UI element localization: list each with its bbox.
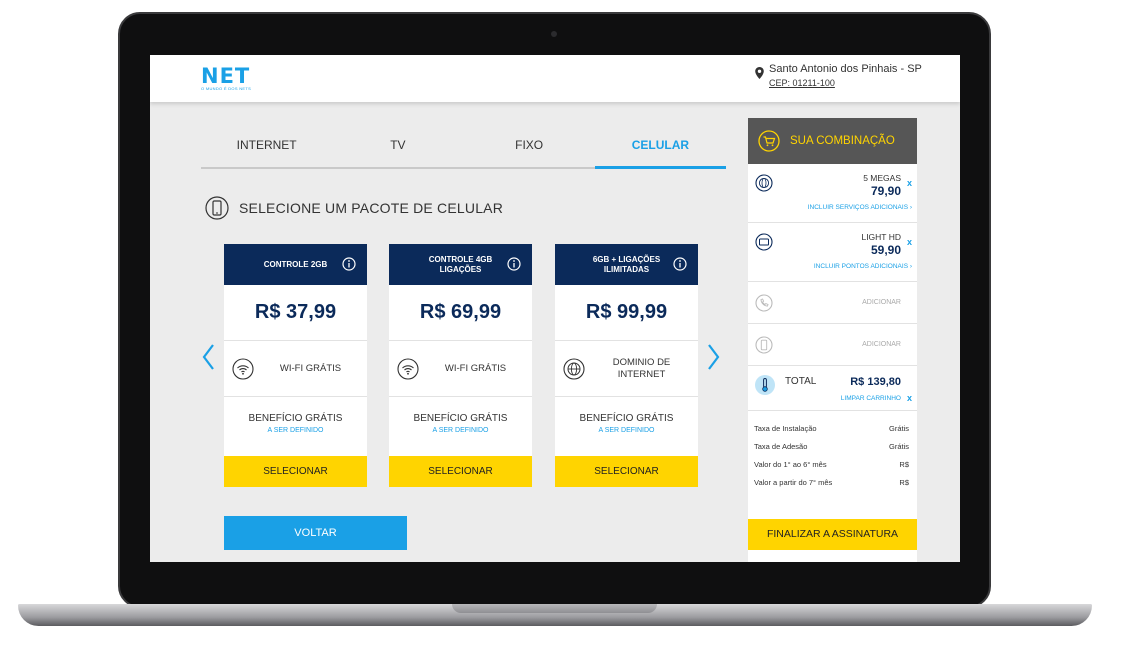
total-row: TOTAL R$ 139,80 LIMPAR CARRINHO x bbox=[748, 366, 917, 411]
plan-card: CONTROLE 2GB R$ 37,99 WI-FI GRÁTIS BENEF… bbox=[224, 244, 367, 487]
carousel-prev-arrow-icon[interactable] bbox=[201, 343, 215, 371]
benefit-title: BENEFÍCIO GRÁTIS bbox=[579, 413, 674, 424]
select-plan-button[interactable]: SELECIONAR bbox=[389, 456, 532, 487]
plan-feature: WI-FI GRÁTIS bbox=[389, 341, 532, 397]
combination-item-internet: 5 MEGAS 79,90 x INCLUIR SERVIÇOS ADICION… bbox=[748, 164, 917, 223]
tab-tv[interactable]: TV bbox=[332, 128, 463, 167]
select-plan-button[interactable]: SELECIONAR bbox=[555, 456, 698, 487]
summary-label: Valor a partir do 7° mês bbox=[754, 478, 833, 487]
tab-fixo[interactable]: FIXO bbox=[464, 128, 595, 167]
plan-feature-text: DOMINIO DE INTERNET bbox=[612, 357, 671, 380]
section-title: SELECIONE UM PACOTE DE CELULAR bbox=[205, 196, 503, 220]
combination-item-name: LIGHT HD bbox=[861, 232, 901, 242]
location-pin-icon bbox=[755, 67, 764, 79]
screen: NET O MUNDO É DOS NETS Santo Antonio dos… bbox=[150, 55, 960, 562]
clear-cart-link[interactable]: LIMPAR CARRINHO bbox=[841, 395, 901, 402]
internet-globe-icon bbox=[755, 174, 773, 192]
plan-feature-text: WI-FI GRÁTIS bbox=[444, 363, 507, 374]
wifi-icon bbox=[397, 358, 419, 380]
combination-title: SUA COMBINAÇÃO bbox=[790, 135, 895, 147]
benefit-subtitle[interactable]: A SER DEFINIDO bbox=[224, 427, 367, 434]
summary-value: R$ bbox=[899, 460, 909, 469]
combination-header: SUA COMBINAÇÃO bbox=[748, 118, 917, 164]
summary-row: Taxa de Adesão Grátis bbox=[754, 442, 909, 460]
plan-benefit: BENEFÍCIO GRÁTIS A SER DEFINIDO bbox=[555, 397, 698, 456]
section-title-text: SELECIONE UM PACOTE DE CELULAR bbox=[239, 200, 504, 216]
plan-benefit: BENEFÍCIO GRÁTIS A SER DEFINIDO bbox=[389, 397, 532, 456]
location-city: Santo Antonio dos Pinhais - SP bbox=[769, 63, 922, 75]
back-button[interactable]: VOLTAR bbox=[224, 516, 407, 550]
cart-icon bbox=[758, 130, 780, 152]
plan-title: CONTROLE 2GB bbox=[263, 259, 328, 269]
combination-panel: SUA COMBINAÇÃO 5 MEGAS 79,90 x INCLUIR S… bbox=[748, 118, 917, 562]
plan-title: 6GB + LIGAÇÕES ILIMITADAS bbox=[592, 254, 661, 274]
summary-row: Taxa de Instalação Grátis bbox=[754, 424, 909, 442]
tab-internet[interactable]: INTERNET bbox=[201, 128, 332, 167]
benefit-title: BENEFÍCIO GRÁTIS bbox=[248, 413, 343, 424]
summary-value: Grátis bbox=[888, 424, 909, 433]
phone-handset-icon bbox=[755, 294, 773, 312]
combination-item-phone: ADICIONAR bbox=[748, 282, 917, 324]
header: NET O MUNDO É DOS NETS Santo Antonio dos… bbox=[150, 55, 960, 102]
plan-feature-text: WI-FI GRÁTIS bbox=[279, 363, 342, 374]
combination-item-price: 79,90 bbox=[870, 184, 901, 198]
plan-feature: DOMINIO DE INTERNET bbox=[555, 341, 698, 397]
total-value: R$ 139,80 bbox=[850, 376, 901, 388]
remove-item-button[interactable]: x bbox=[907, 237, 912, 247]
plan-card-header: 6GB + LIGAÇÕES ILIMITADAS bbox=[555, 244, 698, 285]
info-icon[interactable] bbox=[342, 257, 356, 271]
logo-text: NET bbox=[201, 64, 251, 88]
summary-label: Valor do 1° ao 6° mês bbox=[754, 460, 827, 469]
camera bbox=[551, 31, 557, 37]
summary-label: Taxa de Adesão bbox=[754, 442, 808, 451]
summary-value: R$ bbox=[899, 478, 909, 487]
plan-card-header: CONTROLE 4GB LIGAÇÕES bbox=[389, 244, 532, 285]
remove-item-button[interactable]: x bbox=[907, 178, 912, 188]
category-tabs: INTERNET TV FIXO CELULAR bbox=[201, 128, 727, 169]
summary-row: Valor do 1° ao 6° mês R$ bbox=[754, 460, 909, 478]
benefit-title: BENEFÍCIO GRÁTIS bbox=[413, 413, 508, 424]
add-phone-button[interactable]: ADICIONAR bbox=[862, 299, 901, 306]
wifi-icon bbox=[232, 358, 254, 380]
clear-cart-button[interactable]: x bbox=[907, 393, 912, 403]
plan-feature: WI-FI GRÁTIS bbox=[224, 341, 367, 397]
add-mobile-button[interactable]: ADICIONAR bbox=[862, 341, 901, 348]
info-icon[interactable] bbox=[507, 257, 521, 271]
plan-card-header: CONTROLE 2GB bbox=[224, 244, 367, 285]
summary-value: Grátis bbox=[888, 442, 909, 451]
plan-title: CONTROLE 4GB LIGAÇÕES bbox=[428, 254, 493, 274]
fee-summary: Taxa de Instalação Grátis Taxa de Adesão… bbox=[748, 411, 917, 496]
total-label: TOTAL bbox=[785, 376, 817, 387]
combination-item-name: 5 MEGAS bbox=[863, 173, 901, 183]
finish-subscription-button[interactable]: FINALIZAR A ASSINATURA bbox=[748, 519, 917, 550]
info-icon[interactable] bbox=[673, 257, 687, 271]
location-cep[interactable]: CEP: 01211-100 bbox=[769, 78, 835, 88]
add-points-link[interactable]: INCLUIR PONTOS ADICIONAIS › bbox=[814, 263, 912, 270]
logo-tagline: O MUNDO É DOS NETS bbox=[201, 86, 252, 91]
add-services-link[interactable]: INCLUIR SERVIÇOS ADICIONAIS › bbox=[808, 204, 912, 211]
plan-price: R$ 69,99 bbox=[389, 285, 532, 341]
select-plan-button[interactable]: SELECIONAR bbox=[224, 456, 367, 487]
summary-row: Valor a partir do 7° mês R$ bbox=[754, 478, 909, 496]
smartphone-icon bbox=[755, 336, 773, 354]
summary-label: Taxa de Instalação bbox=[754, 424, 817, 433]
globe-icon bbox=[563, 358, 585, 380]
tv-icon bbox=[755, 233, 773, 251]
carousel-next-arrow-icon[interactable] bbox=[707, 343, 721, 371]
laptop-base-notch bbox=[452, 604, 657, 613]
benefit-subtitle[interactable]: A SER DEFINIDO bbox=[555, 427, 698, 434]
thermometer-icon bbox=[755, 375, 775, 395]
combination-item-price: 59,90 bbox=[870, 243, 901, 257]
plan-card: CONTROLE 4GB LIGAÇÕES R$ 69,99 WI-FI GRÁ… bbox=[389, 244, 532, 487]
combination-item-mobile: ADICIONAR bbox=[748, 324, 917, 366]
plan-price: R$ 37,99 bbox=[224, 285, 367, 341]
plan-card: 6GB + LIGAÇÕES ILIMITADAS R$ 99,99 DOMIN… bbox=[555, 244, 698, 487]
combination-item-tv: LIGHT HD 59,90 x INCLUIR PONTOS ADICIONA… bbox=[748, 223, 917, 282]
smartphone-icon bbox=[205, 196, 229, 220]
plan-price: R$ 99,99 bbox=[555, 285, 698, 341]
benefit-subtitle[interactable]: A SER DEFINIDO bbox=[389, 427, 532, 434]
net-logo[interactable]: NET O MUNDO É DOS NETS bbox=[201, 64, 251, 91]
plan-benefit: BENEFÍCIO GRÁTIS A SER DEFINIDO bbox=[224, 397, 367, 456]
tab-celular[interactable]: CELULAR bbox=[594, 128, 727, 169]
